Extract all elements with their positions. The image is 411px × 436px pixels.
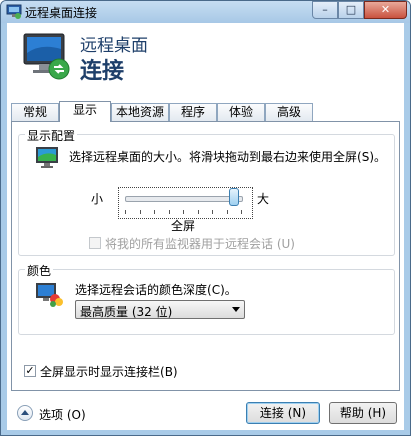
slider-tick [241, 210, 242, 214]
slider-tick [154, 210, 155, 214]
display-size-slider[interactable] [118, 187, 253, 219]
connection-bar-label: 全屏显示时显示连接栏(B) [40, 363, 178, 380]
tab-programs[interactable]: 程序 [169, 103, 217, 121]
color-palette-icon [36, 283, 63, 307]
remote-desktop-app-icon [6, 4, 22, 19]
remote-desktop-monitor-icon [23, 33, 70, 80]
connection-bar-checkbox[interactable]: ✓ [24, 365, 36, 377]
maximize-button[interactable]: □ [338, 1, 364, 19]
connect-button-label: 连接 [259, 406, 284, 420]
slider-tick [197, 210, 199, 214]
display-config-description: 选择远程桌面的大小。将滑块拖动到最右边来使用全屏(S)。 [69, 148, 386, 165]
dialog-client: 远程桌面 连接 常规 显示 本地资源 程序 体验 高级 显示配置 选择远程桌面的… [7, 23, 404, 430]
slider-thumb[interactable] [229, 188, 239, 206]
dialog-footer: 选项 (O) 连接 (N) 帮助 (H) [7, 395, 404, 430]
header-title-line2: 连接 [80, 59, 125, 84]
options-label-text: 选项 [39, 408, 64, 422]
connection-bar-label-key: (B) [160, 365, 178, 379]
color-depth-value: 最高质量 (32 位) [80, 305, 173, 319]
tab-advanced[interactable]: 高级 [265, 103, 313, 121]
connect-button[interactable]: 连接 (N) [246, 402, 320, 424]
colors-description-text: 选择远程会话的颜色深度 [75, 283, 208, 297]
display-config-description-text: 选择远程桌面的大小。将滑块拖动到最右边来使用全屏 [69, 150, 358, 164]
slider-tick [125, 210, 126, 214]
display-tab-panel: 显示配置 选择远程桌面的大小。将滑块拖动到最右边来使用全屏(S)。 小 大 全屏 [11, 121, 400, 391]
rdp-window: 远程桌面连接 – □ ✕ 远程桌面 连接 常规 显示 本地资源 程序 体验 高级 [0, 0, 411, 436]
tab-display[interactable]: 显示 [59, 101, 111, 122]
chevron-down-icon [232, 307, 240, 312]
display-config-title: 显示配置 [25, 127, 78, 144]
slider-tick [168, 210, 170, 214]
size-small-label: 小 [91, 192, 104, 206]
connect-button-key: (N) [287, 406, 307, 420]
slider-tick [212, 210, 213, 214]
minimize-button[interactable]: – [312, 1, 338, 19]
connection-bar-label-text: 全屏显示时显示连接栏 [40, 365, 161, 379]
slider-tick [183, 210, 184, 214]
tab-general[interactable]: 常规 [11, 103, 59, 121]
colors-group: 颜色 选择远程会话的颜色深度(C)。 最高质量 (32 位) [18, 262, 395, 335]
multimonitor-checkbox[interactable] [89, 237, 101, 249]
chevron-up-icon [21, 410, 29, 415]
tab-experience[interactable]: 体验 [217, 103, 265, 121]
window-title: 远程桌面连接 [25, 6, 98, 20]
multimonitor-label: 将我的所有监视器用于远程会话 (U) [105, 235, 295, 252]
colors-description-key: (C)。 [207, 283, 237, 297]
options-label[interactable]: 选项 (O) [39, 406, 86, 423]
slider-value-label: 全屏 [171, 219, 196, 233]
colors-title: 颜色 [25, 262, 54, 279]
colors-description: 选择远程会话的颜色深度(C)。 [75, 281, 237, 298]
help-button[interactable]: 帮助 (H) [329, 402, 397, 424]
display-config-group: 显示配置 选择远程桌面的大小。将滑块拖动到最右边来使用全屏(S)。 小 大 全屏 [18, 127, 395, 256]
color-depth-select[interactable]: 最高质量 (32 位) [75, 300, 245, 319]
multimonitor-label-key: (U) [276, 237, 295, 251]
help-button-label: 帮助 [339, 406, 364, 420]
tab-local-resources[interactable]: 本地资源 [111, 103, 169, 121]
slider-tick [226, 210, 228, 214]
dialog-header: 远程桌面 连接 [7, 23, 404, 97]
size-large-label: 大 [257, 192, 270, 206]
help-button-key: (H) [367, 406, 387, 420]
close-button[interactable]: ✕ [364, 1, 407, 19]
slider-tick [139, 210, 141, 214]
display-config-description-key: (S)。 [357, 150, 386, 164]
options-toggle-icon[interactable] [17, 405, 33, 421]
options-label-key: (O) [66, 408, 86, 422]
monitor-icon [36, 147, 58, 168]
slider-track [125, 196, 243, 202]
slider-ticks [125, 210, 243, 214]
multimonitor-label-text: 将我的所有监视器用于远程会话 [105, 237, 274, 251]
title-bar[interactable]: 远程桌面连接 – □ ✕ [1, 1, 410, 23]
